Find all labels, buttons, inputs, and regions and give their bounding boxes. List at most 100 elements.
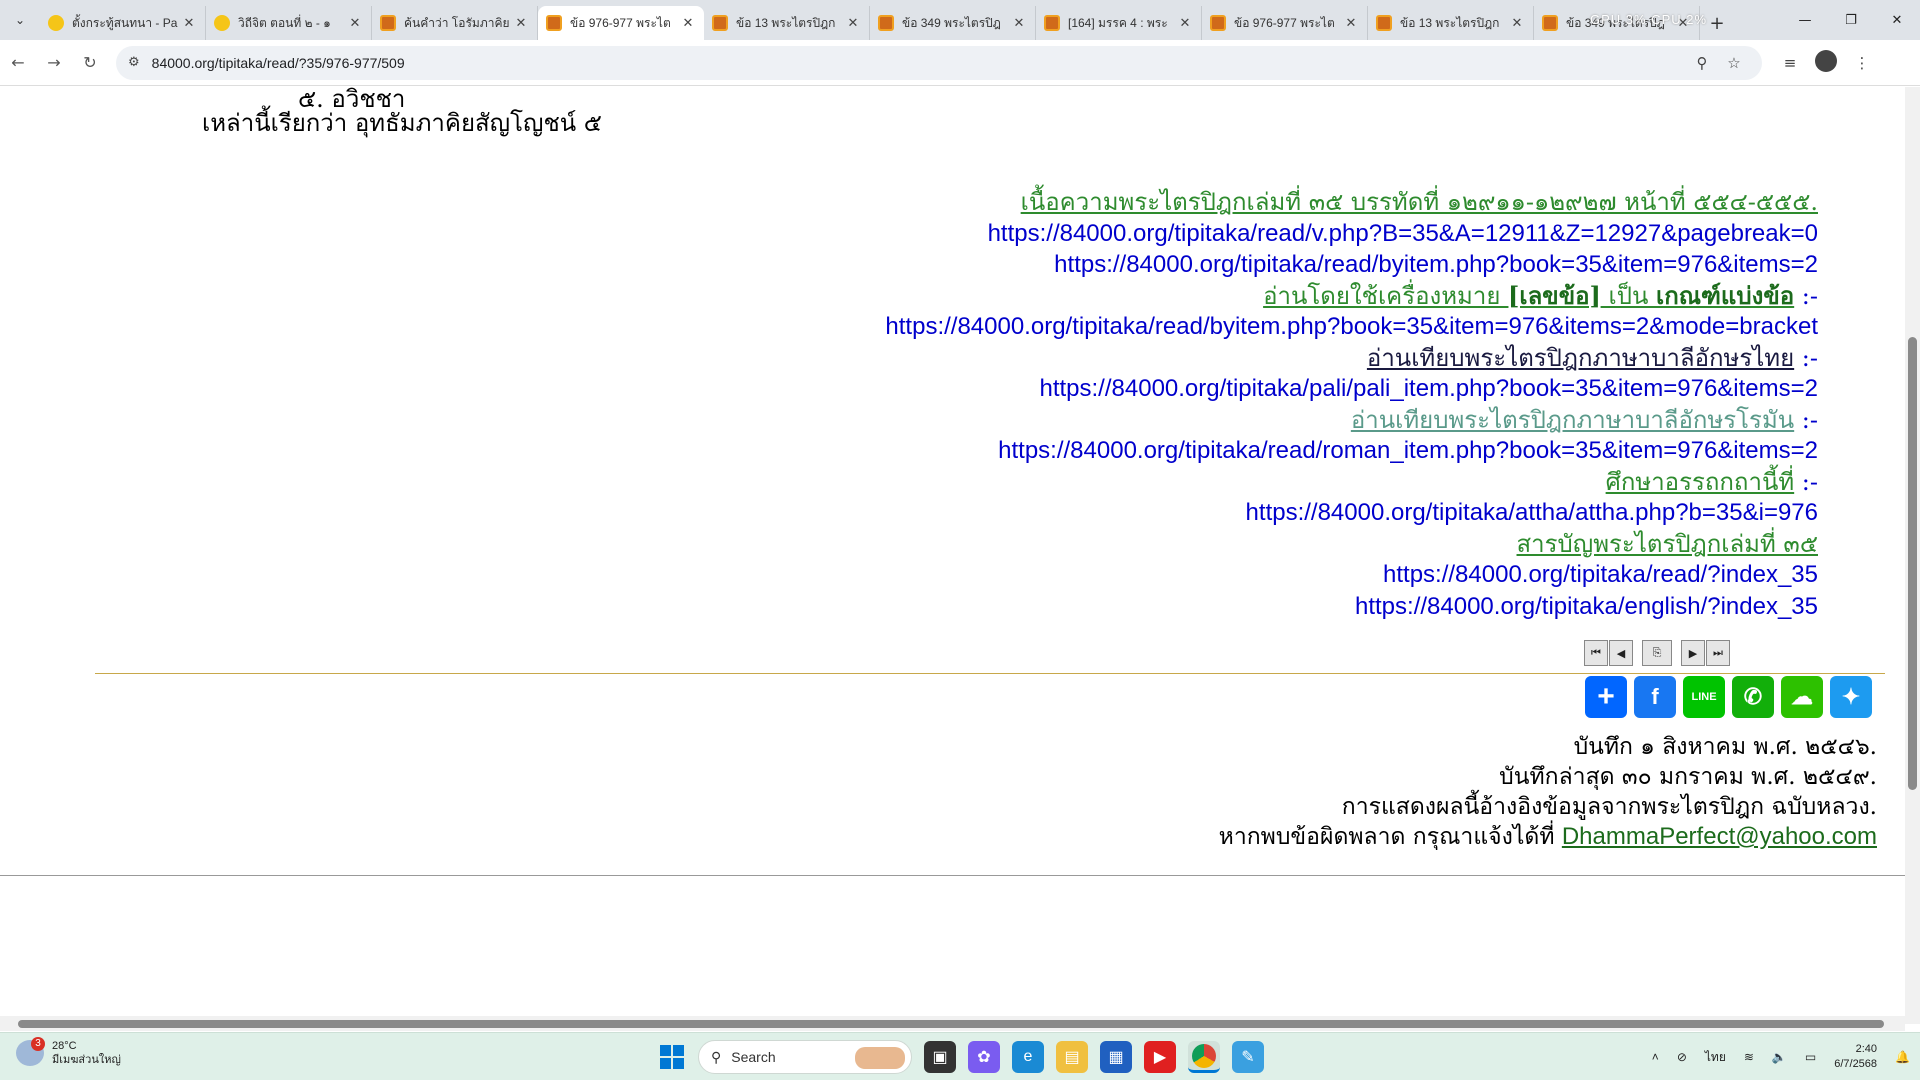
wifi-icon[interactable]: ≋ [1744, 1050, 1754, 1064]
tab-8[interactable]: ข้อ 13 พระไตรปิฎก ✕ [1368, 6, 1534, 40]
edge-icon[interactable]: e [1012, 1041, 1044, 1073]
tab-close-icon[interactable]: ✕ [845, 15, 861, 31]
zoom-icon[interactable]: ⚲ [1686, 54, 1718, 72]
report-line: หากพบข้อผิดพลาด กรุณาแจ้งได้ที่ DhammaPe… [1218, 823, 1877, 850]
url-link-7[interactable]: https://84000.org/tipitaka/read/?index_3… [1383, 561, 1818, 588]
whatsapp-icon[interactable]: ✆ [1732, 676, 1774, 718]
toolbar: ← → ↻ ⚙ 84000.org/tipitaka/read/?35/976-… [0, 40, 1920, 86]
store-icon[interactable]: ▦ [1100, 1041, 1132, 1073]
wechat-icon[interactable]: ☁ [1781, 676, 1823, 718]
page-navigation: ⏮ ◀ ⎘ ▶ ⏭ [1584, 640, 1730, 666]
clock[interactable]: 2:40 6/7/2568 [1834, 1042, 1877, 1072]
prev-page-icon[interactable]: ◀ [1609, 640, 1633, 666]
paint-icon[interactable]: ✎ [1232, 1041, 1264, 1073]
file-explorer-icon[interactable]: ▤ [1056, 1041, 1088, 1073]
taskbar-search[interactable]: ⚲ Search [698, 1040, 912, 1074]
favicon-84000-icon [1044, 15, 1060, 31]
next-page-icon[interactable]: ▶ [1681, 640, 1705, 666]
pali-thai-link[interactable]: อ่านเทียบพระไตรปิฎกภาษาบาลีอักษรไทย [1367, 344, 1794, 372]
battery-icon[interactable]: ▭ [1805, 1050, 1816, 1064]
tab-close-icon[interactable]: ✕ [1011, 15, 1027, 31]
index-link[interactable]: สารบัญพระไตรปิฎกเล่มที่ ๓๕ [1517, 530, 1818, 558]
tab-search-chevron-icon[interactable]: ⌄ [0, 0, 40, 40]
tab-close-icon[interactable]: ✕ [1343, 15, 1359, 31]
url-link-5[interactable]: https://84000.org/tipitaka/read/roman_it… [998, 437, 1818, 464]
bookmark-star-icon[interactable]: ☆ [1718, 54, 1750, 72]
favicon-84000-icon [712, 15, 728, 31]
tab-7[interactable]: ข้อ 976-977 พระไต ✕ [1202, 6, 1368, 40]
close-window-icon[interactable]: ✕ [1874, 13, 1920, 28]
share-buttons: + f LINE ✆ ☁ ✦ [1585, 676, 1872, 718]
reference-links: เนื้อความพระไตรปิฎกเล่มที่ ๓๕ บรรทัดที่ … [885, 188, 1818, 620]
tab-4[interactable]: ข้อ 13 พระไตรปิฎก ✕ [704, 6, 870, 40]
tab-close-icon[interactable]: ✕ [181, 15, 197, 31]
tab-close-icon[interactable]: ✕ [1509, 15, 1525, 31]
url-link-4[interactable]: https://84000.org/tipitaka/pali/pali_ite… [1039, 375, 1818, 402]
profile-avatar[interactable] [1808, 49, 1844, 76]
tab-close-icon[interactable]: ✕ [680, 15, 696, 31]
site-info-icon[interactable]: ⚙ [128, 55, 140, 70]
minimize-icon[interactable]: — [1782, 13, 1828, 28]
chrome-icon[interactable] [1188, 1041, 1220, 1073]
reload-icon[interactable]: ↻ [72, 53, 108, 72]
tab-close-icon[interactable]: ✕ [1177, 15, 1193, 31]
twitter-icon[interactable]: ✦ [1830, 676, 1872, 718]
url-link-8[interactable]: https://84000.org/tipitaka/english/?inde… [1355, 593, 1818, 620]
gray-divider [0, 875, 1905, 876]
url-text[interactable]: 84000.org/tipitaka/read/?35/976-977/509 [152, 55, 1686, 71]
start-windows-icon[interactable] [660, 1045, 684, 1069]
volume-icon[interactable]: 🔈 [1772, 1050, 1787, 1064]
tab-3-active[interactable]: ข้อ 976-977 พระไต ✕ [538, 6, 704, 40]
source-note: การแสดงผลนี้อ้างอิงข้อมูลจากพระไตรปิฎก ฉ… [1341, 794, 1877, 820]
tray-chevron-up-icon[interactable]: ˄ [1652, 1050, 1659, 1064]
bracket-mode-link[interactable]: อ่านโดยใช้เครื่องหมาย [เลขข้อ] เป็น เกณฑ… [1263, 281, 1794, 310]
url-link-1[interactable]: https://84000.org/tipitaka/read/v.php?B=… [988, 220, 1818, 247]
last-page-icon[interactable]: ⏭ [1706, 640, 1730, 666]
atthakatha-link[interactable]: ศึกษาอรรถกถานี้ที่ [1606, 468, 1795, 496]
copilot-icon[interactable]: ✿ [968, 1041, 1000, 1073]
search-highlight-image [855, 1047, 905, 1069]
forward-arrow-icon[interactable]: → [36, 53, 72, 72]
url-link-3[interactable]: https://84000.org/tipitaka/read/byitem.p… [885, 313, 1818, 340]
favicon-84000-icon [1210, 15, 1226, 31]
tab-0[interactable]: ตั้งกระทู้สนทนา - Pa ✕ [40, 6, 206, 40]
search-icon: ⚲ [711, 1048, 722, 1065]
tab-list: ตั้งกระทู้สนทนา - Pa ✕ วิถีจิต ตอนที่ ๒ -… [40, 6, 1734, 40]
facebook-icon[interactable]: f [1634, 676, 1676, 718]
language-indicator[interactable]: ไทย [1705, 1048, 1726, 1067]
line-icon[interactable]: LINE [1683, 676, 1725, 718]
weather-widget[interactable]: 3 28°C มีเมฆส่วนใหญ่ [16, 1037, 121, 1067]
tab-2[interactable]: ค้นคำว่า โอรัมภาคิย ✕ [372, 6, 538, 40]
copy-page-icon[interactable]: ⎘ [1642, 640, 1672, 666]
youtube-icon[interactable]: ▶ [1144, 1041, 1176, 1073]
notification-bell-icon[interactable]: 🔔 [1895, 1050, 1910, 1064]
url-link-6[interactable]: https://84000.org/tipitaka/attha/attha.p… [1246, 499, 1818, 526]
email-link[interactable]: DhammaPerfect@yahoo.com [1562, 823, 1877, 850]
tab-1[interactable]: วิถีจิต ตอนที่ ๒ - ๑ ✕ [206, 6, 372, 40]
share-plus-icon[interactable]: + [1585, 676, 1627, 718]
search-placeholder: Search [731, 1049, 776, 1065]
first-page-icon[interactable]: ⏮ [1584, 640, 1608, 666]
page-content: ๕. อวิชชา เหล่านี้เรียกว่า อุทธัมภาคิยสั… [0, 87, 1905, 1024]
tab-close-icon[interactable]: ✕ [513, 15, 529, 31]
network-off-icon[interactable]: ⊘ [1677, 1050, 1687, 1064]
recorded-date: บันทึก ๑ สิงหาคม พ.ศ. ๒๕๔๖. [1573, 734, 1877, 760]
vertical-scroll-thumb[interactable] [1908, 337, 1917, 790]
gold-divider [95, 673, 1885, 674]
tab-6[interactable]: [164] มรรค 4 : พระ ✕ [1036, 6, 1202, 40]
tab-close-icon[interactable]: ✕ [347, 15, 363, 31]
weather-desc: มีเมฆส่วนใหญ่ [52, 1054, 121, 1066]
menu-kebab-icon[interactable]: ⋮ [1844, 54, 1880, 72]
taskbar-apps: ▣ ✿ e ▤ ▦ ▶ ✎ [924, 1041, 1264, 1073]
back-arrow-icon[interactable]: ← [0, 53, 36, 72]
task-view-icon[interactable]: ▣ [924, 1041, 956, 1073]
restore-icon[interactable]: ❐ [1828, 13, 1874, 28]
reading-list-icon[interactable]: ≡ [1772, 54, 1808, 72]
horizontal-scroll-thumb[interactable] [18, 1020, 1884, 1028]
tab-strip: ⌄ ตั้งกระทู้สนทนา - Pa ✕ วิถีจิต ตอนที่ ๒… [0, 0, 1920, 40]
heading-link[interactable]: เนื้อความพระไตรปิฎกเล่มที่ ๓๕ บรรทัดที่ … [1021, 188, 1818, 216]
pali-roman-link[interactable]: อ่านเทียบพระไตรปิฎกภาษาบาลีอักษรโรมัน [1351, 406, 1794, 434]
url-link-2[interactable]: https://84000.org/tipitaka/read/byitem.p… [1054, 251, 1818, 278]
address-bar[interactable]: ⚙ 84000.org/tipitaka/read/?35/976-977/50… [116, 45, 1762, 80]
tab-5[interactable]: ข้อ 349 พระไตรปิฎ ✕ [870, 6, 1036, 40]
